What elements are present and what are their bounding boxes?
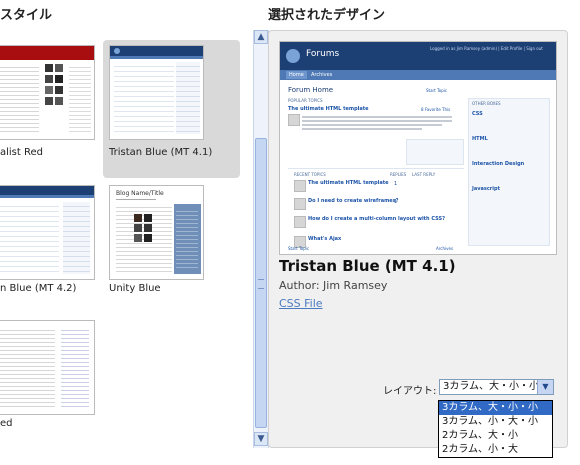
preview-other-boxes: OTHER BOXES	[472, 101, 501, 106]
design-preview-image: Forums Logged in as Jim Ramsey (admin) |…	[279, 41, 557, 255]
preview-topic: The ultimate HTML template	[308, 180, 389, 186]
preview-replies-heading: REPLIES	[390, 172, 407, 177]
css-file-link[interactable]: CSS File	[279, 297, 323, 310]
preview-side-cat: HTML	[472, 136, 488, 142]
selected-design-heading: 選択されたデザイン	[268, 8, 386, 23]
preview-favorites: 8 Favorite This	[421, 107, 451, 112]
scroll-grip-icon	[258, 279, 264, 289]
layout-option[interactable]: 3カラム、大・小・小	[439, 401, 552, 415]
styles-heading: スタイル	[0, 8, 53, 23]
preview-side-cat: Interaction Design	[472, 161, 525, 167]
preview-sidebar	[468, 98, 550, 246]
preview-reply-count: 1	[394, 199, 398, 205]
preview-popular-topics: POPULAR TOPICS	[288, 98, 323, 103]
preview-featured-title: The ultimate HTML template	[288, 106, 369, 112]
preview-side-cat: Javascript	[472, 186, 500, 192]
preview-body: Forum Home Start Topic POPULAR TOPICS Th…	[286, 84, 550, 252]
style-thumb-tristan-blue-42[interactable]	[0, 185, 95, 280]
style-thumb-unity-blue[interactable]: Blog Name/Title	[109, 185, 204, 280]
preview-archives: Archives	[436, 246, 454, 251]
preview-logo-icon	[286, 49, 300, 63]
style-list: alist Red Tristan Blue (MT 4.1) n Blue (…	[0, 30, 252, 448]
style-thumb-minimalist-red[interactable]	[0, 45, 95, 140]
preview-start-topic: Start Topic	[426, 88, 448, 93]
preview-text-line	[302, 128, 422, 130]
preview-topic: How do I create a multi-column layout wi…	[308, 216, 445, 222]
preview-text-line	[302, 116, 452, 118]
layout-label: レイアウト:	[383, 386, 437, 397]
style-list-scrollbar[interactable]: ▲ ▼	[253, 30, 269, 448]
preview-brand: Forums	[306, 49, 340, 59]
style-label-other[interactable]: ed	[0, 418, 13, 429]
layout-option[interactable]: 2カラム、大・小	[439, 429, 552, 443]
layout-select[interactable]: 3カラム、大・小・小 ▼	[439, 379, 554, 395]
layout-selected-value: 3カラム、大・小・小	[443, 381, 540, 392]
preview-text-line	[302, 120, 452, 122]
preview-start-topic-bottom: Start Topic	[288, 246, 310, 251]
layout-option[interactable]: 3カラム、小・大・小	[439, 415, 552, 429]
scroll-thumb[interactable]	[255, 138, 267, 428]
style-label-tristan-blue[interactable]: Tristan Blue (MT 4.1)	[109, 147, 212, 158]
layout-option[interactable]: 2カラム、小・大	[439, 443, 552, 457]
preview-header: Forums Logged in as Jim Ramsey (admin) |…	[280, 42, 556, 70]
chevron-down-icon[interactable]: ▼	[537, 380, 553, 394]
preview-nav: Home Archives	[280, 70, 556, 80]
preview-page-title: Forum Home	[288, 86, 334, 94]
selected-design-panel: Forums Logged in as Jim Ramsey (admin) |…	[268, 30, 568, 448]
style-thumb-other[interactable]	[0, 320, 95, 415]
style-thumb-tristan-blue[interactable]	[109, 45, 204, 140]
scroll-up-button[interactable]: ▲	[254, 30, 268, 44]
preview-tab-archives: Archives	[308, 71, 336, 79]
preview-divider	[288, 168, 464, 169]
preview-topic: Do I need to create wireframes?	[308, 198, 399, 204]
preview-side-cat: CSS	[472, 111, 483, 117]
preview-topic: What's Ajax	[308, 236, 342, 242]
preview-avatar	[294, 198, 306, 210]
preview-userbar: Logged in as Jim Ramsey (admin) | Edit P…	[430, 46, 543, 51]
preview-avatar	[294, 180, 306, 192]
preview-last-reply-heading: LAST REPLY	[412, 172, 436, 177]
preview-last-post-box	[406, 139, 464, 165]
preview-reply-count: 1	[394, 181, 398, 187]
preview-avatar	[294, 216, 306, 228]
style-label-tristan-blue-42[interactable]: n Blue (MT 4.2)	[0, 283, 76, 294]
scroll-down-button[interactable]: ▼	[254, 432, 268, 446]
preview-avatar	[288, 114, 300, 126]
preview-text-line	[302, 124, 442, 126]
style-label-unity-blue[interactable]: Unity Blue	[109, 283, 161, 294]
preview-recent-topics: RECENT TOPICS	[294, 172, 326, 177]
design-author: Author: Jim Ramsey	[279, 279, 388, 292]
preview-tab-home: Home	[286, 71, 307, 79]
layout-dropdown-list[interactable]: 3カラム、大・小・小 3カラム、小・大・小 2カラム、大・小 2カラム、小・大	[438, 400, 553, 458]
style-label-minimalist-red[interactable]: alist Red	[0, 147, 43, 158]
design-title: Tristan Blue (MT 4.1)	[279, 257, 456, 275]
